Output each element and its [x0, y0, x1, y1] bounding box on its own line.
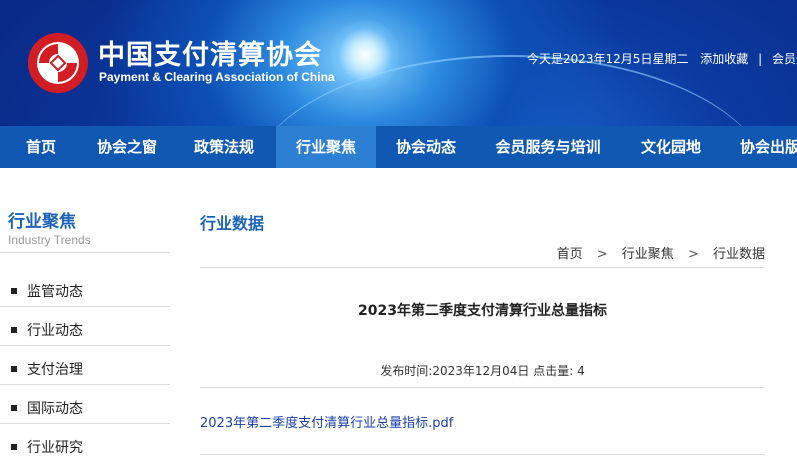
square-bullet-icon [11, 444, 17, 450]
banner-glow-decoration [330, 20, 400, 90]
breadcrumb-industry-data-link[interactable]: 行业数据 [713, 247, 765, 262]
sidebar-item-industry-news[interactable]: 行业动态 [0, 310, 170, 349]
breadcrumb-industry-focus-link[interactable]: 行业聚焦 [622, 247, 674, 262]
nav-item-member-service[interactable]: 会员服务与培训 [476, 126, 620, 168]
sidebar-item-label: 支付治理 [27, 362, 83, 378]
nav-item-news[interactable]: 协会动态 [376, 126, 476, 168]
chevron-right-icon: > [687, 247, 699, 262]
logo-english-name: Payment & Clearing Association of China [99, 70, 335, 84]
content-divider [200, 454, 765, 455]
nav-item-association[interactable]: 协会之窗 [82, 126, 172, 168]
header-top-links: 今天是2023年12月5日星期二 添加收藏 | 会员登录 [527, 50, 797, 67]
header-link-separator: | [758, 52, 763, 66]
sidebar-divider [0, 345, 170, 346]
nav-item-policy[interactable]: 政策法规 [172, 126, 276, 168]
logo-chinese-name: 中国支付清算协会 [98, 40, 322, 71]
sidebar-subtitle: Industry Trends [8, 233, 91, 247]
square-bullet-icon [11, 366, 17, 372]
chevron-right-icon: > [596, 247, 608, 262]
sidebar-item-payment-governance[interactable]: 支付治理 [0, 349, 170, 388]
association-logo-icon[interactable] [27, 32, 89, 94]
content-divider [200, 267, 765, 268]
nav-item-culture[interactable]: 文化园地 [620, 126, 722, 168]
sidebar-divider [0, 252, 170, 253]
sidebar-divider [0, 384, 170, 385]
sidebar-title: 行业聚焦 [8, 212, 76, 232]
sidebar-item-label: 行业动态 [27, 323, 83, 339]
sidebar-item-label: 国际动态 [27, 401, 83, 417]
nav-item-home[interactable]: 首页 [0, 126, 82, 168]
nav-item-industry-focus[interactable]: 行业聚焦 [276, 126, 376, 168]
sidebar-item-industry-research[interactable]: 行业研究 [0, 427, 170, 466]
section-title: 行业数据 [200, 214, 265, 233]
site-header: 中国支付清算协会 Payment & Clearing Association … [0, 0, 797, 126]
sidebar-item-label: 监管动态 [27, 284, 83, 300]
member-login-link[interactable]: 会员登录 [772, 52, 797, 66]
breadcrumb-home-link[interactable]: 首页 [557, 247, 583, 262]
sidebar-divider [0, 423, 170, 424]
square-bullet-icon [11, 327, 17, 333]
content-divider [200, 387, 765, 388]
pdf-attachment-link[interactable]: 2023年第二季度支付清算行业总量指标.pdf [200, 412, 453, 431]
article-title: 2023年第二季度支付清算行业总量指标 [358, 303, 607, 319]
article-meta: 发布时间:2023年12月04日 点击量: 4 [380, 364, 585, 378]
square-bullet-icon [11, 405, 17, 411]
current-date-text: 今天是2023年12月5日星期二 [527, 52, 689, 66]
nav-item-publications[interactable]: 协会出版 [722, 126, 797, 168]
add-favorite-link[interactable]: 添加收藏 [700, 52, 748, 66]
breadcrumb: 首页 > 行业聚焦 > 行业数据 [557, 243, 765, 262]
square-bullet-icon [11, 288, 17, 294]
sidebar-item-international-news[interactable]: 国际动态 [0, 388, 170, 427]
sidebar-divider [0, 306, 170, 307]
sidebar-item-label: 行业研究 [27, 440, 83, 456]
main-nav: 首页 协会之窗 政策法规 行业聚焦 协会动态 会员服务与培训 文化园地 协会出版 [0, 126, 797, 168]
sidebar-item-regulatory-news[interactable]: 监管动态 [0, 271, 170, 310]
